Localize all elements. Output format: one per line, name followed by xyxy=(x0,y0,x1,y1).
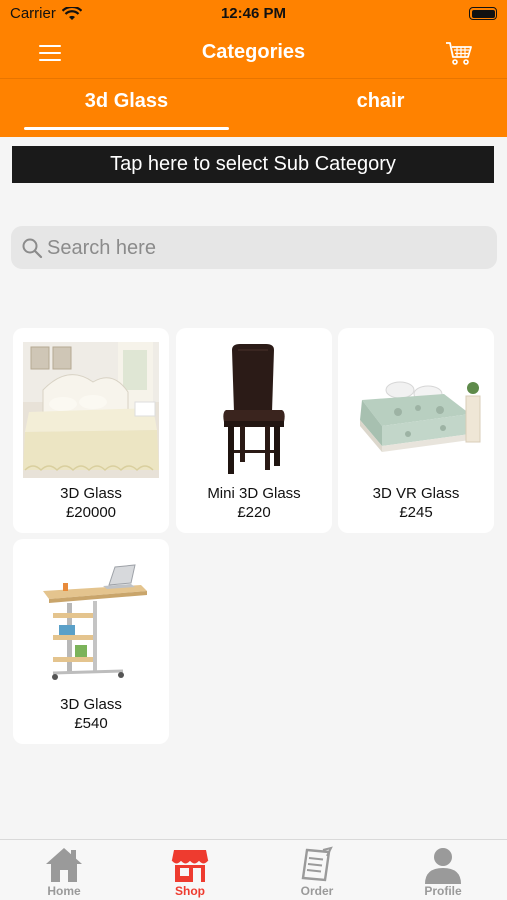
tab-chair[interactable]: chair xyxy=(254,90,507,113)
tab-home-label: Home xyxy=(47,884,81,898)
floral-mattress-bed-image xyxy=(348,342,484,478)
product-card[interactable]: Mini 3D Glass £220 xyxy=(176,328,332,533)
bed-with-lace-skirt-image xyxy=(23,342,159,478)
tab-3d-glass[interactable]: 3d Glass xyxy=(0,90,253,113)
search-icon xyxy=(22,238,43,259)
product-name: 3D Glass xyxy=(60,696,122,713)
product-price: £245 xyxy=(399,504,433,521)
tab-home[interactable]: Home xyxy=(1,840,127,900)
product-name: 3D VR Glass xyxy=(372,485,460,502)
home-icon xyxy=(46,848,82,882)
category-tabs: 3d Glass chair xyxy=(0,79,507,137)
product-price: £540 xyxy=(74,715,108,732)
tab-shop[interactable]: Shop xyxy=(127,840,253,900)
selected-tab-indicator xyxy=(24,127,229,130)
leather-dining-chair-image xyxy=(186,342,322,478)
navigation-bar: Categories xyxy=(0,28,507,78)
product-card[interactable]: 3D Glass £20000 xyxy=(13,328,169,533)
tab-shop-label: Shop xyxy=(175,884,205,898)
order-receipt-icon xyxy=(301,846,333,882)
product-card[interactable]: 3D VR Glass £245 xyxy=(338,328,494,533)
battery-icon xyxy=(469,7,497,20)
tab-profile-label: Profile xyxy=(424,884,462,898)
search-placeholder: Search here xyxy=(47,237,156,259)
product-price: £20000 xyxy=(65,504,117,521)
select-subcategory-button[interactable]: Tap here to select Sub Category xyxy=(12,146,494,183)
profile-icon xyxy=(425,848,461,884)
product-card[interactable]: 3D Glass £540 xyxy=(13,539,169,744)
page-title: Categories xyxy=(201,41,306,63)
tab-order-label: Order xyxy=(300,884,334,898)
shop-icon xyxy=(171,850,209,882)
clock: 12:46 PM xyxy=(220,5,287,22)
tab-profile[interactable]: Profile xyxy=(380,840,506,900)
product-price: £220 xyxy=(237,504,271,521)
product-name: Mini 3D Glass xyxy=(207,485,301,502)
tab-order[interactable]: Order xyxy=(254,840,380,900)
search-input[interactable]: Search here xyxy=(11,226,497,269)
status-bar: Carrier 12:46 PM xyxy=(0,0,507,28)
shopping-cart-icon[interactable] xyxy=(444,38,474,68)
product-name: 3D Glass xyxy=(60,485,122,502)
bottom-tab-bar: Home Shop Order Profile xyxy=(0,839,507,900)
laptop-side-table-image xyxy=(23,553,159,689)
